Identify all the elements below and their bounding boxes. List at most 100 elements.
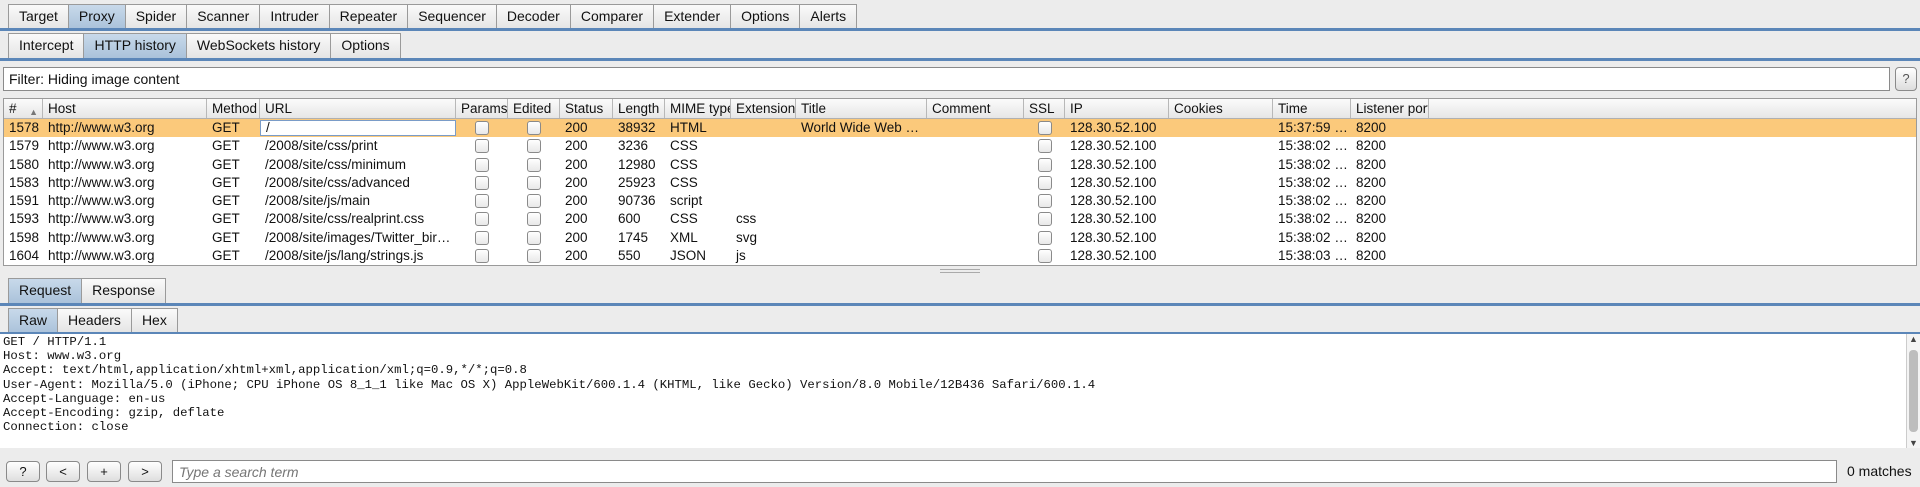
edited-checkbox[interactable] xyxy=(527,157,541,172)
main-tab-spider[interactable]: Spider xyxy=(124,4,188,29)
cell-length: 25923 xyxy=(618,174,656,190)
cell-method: GET xyxy=(212,247,240,263)
cell-cookies xyxy=(1169,156,1273,174)
scroll-up-arrow-icon[interactable]: ▲ xyxy=(1909,334,1918,344)
ssl-checkbox[interactable] xyxy=(1037,212,1052,227)
column-header-number[interactable]: # ▲ xyxy=(4,99,43,118)
column-header-status[interactable]: Status xyxy=(560,99,613,118)
raw-request-line: GET / HTTP/1.1 xyxy=(3,335,107,349)
column-header-method[interactable]: Method xyxy=(207,99,260,118)
scroll-down-arrow-icon[interactable]: ▼ xyxy=(1909,438,1918,448)
view-tab-hex[interactable]: Hex xyxy=(130,308,178,333)
params-checkbox[interactable] xyxy=(475,230,489,245)
column-header-mime-type[interactable]: MIME type xyxy=(665,99,731,118)
main-tab-decoder[interactable]: Decoder xyxy=(495,4,571,29)
ssl-checkbox[interactable] xyxy=(1037,175,1052,190)
main-tab-extender[interactable]: Extender xyxy=(653,4,732,29)
view-tab-headers[interactable]: Headers xyxy=(57,308,132,333)
ssl-checkbox[interactable] xyxy=(1037,121,1052,136)
raw-vertical-scrollbar[interactable]: ▲ ▼ xyxy=(1906,334,1920,448)
edited-checkbox[interactable] xyxy=(527,248,541,263)
column-header-time[interactable]: Time xyxy=(1273,99,1351,118)
proxy-tab-options[interactable]: Options xyxy=(330,33,401,58)
column-header-listener-port[interactable]: Listener port xyxy=(1351,99,1429,118)
proxy-tab-http-history[interactable]: HTTP history xyxy=(83,33,187,58)
search-previous-button[interactable]: < xyxy=(46,461,80,482)
column-header-ssl[interactable]: SSL xyxy=(1024,99,1065,118)
cell-title: World Wide Web Cons… xyxy=(801,120,927,135)
column-header-ip[interactable]: IP xyxy=(1065,99,1169,118)
filter-bar[interactable]: Filter: Hiding image content xyxy=(3,67,1890,91)
message-tab-request[interactable]: Request xyxy=(8,278,83,303)
cell-port: 8200 xyxy=(1356,193,1387,208)
table-row[interactable]: 1578 http://www.w3.org GET / 200 38932 HTML Wor… xyxy=(4,119,1916,138)
table-row[interactable]: 1604 http://www.w3.org GET/2008/site/js/la… xyxy=(4,247,1916,265)
table-row[interactable]: 1580 http://www.w3.org GET/2008/site/css/m… xyxy=(4,156,1916,174)
column-header-edited[interactable]: Edited xyxy=(508,99,560,118)
params-checkbox[interactable] xyxy=(475,175,489,190)
cell-num: 1593 xyxy=(9,211,40,227)
cell-comment xyxy=(927,247,1024,265)
main-tab-intruder[interactable]: Intruder xyxy=(259,4,330,29)
column-header-title[interactable]: Title xyxy=(796,99,927,118)
main-tab-repeater[interactable]: Repeater xyxy=(328,4,409,29)
message-tab-response[interactable]: Response xyxy=(81,278,167,303)
search-next-button[interactable]: > xyxy=(128,461,162,482)
raw-request-editor[interactable]: GET / HTTP/1.1 Host: www.w3.org Accept: te… xyxy=(0,334,1906,448)
main-tab-comparer[interactable]: Comparer xyxy=(569,4,655,29)
edited-checkbox[interactable] xyxy=(527,139,541,154)
filter-help-button[interactable]: ? xyxy=(1895,67,1917,91)
edited-checkbox[interactable] xyxy=(527,212,541,227)
column-header-url[interactable]: URL xyxy=(260,99,456,118)
ssl-checkbox[interactable] xyxy=(1037,157,1052,172)
main-tab-proxy[interactable]: Proxy xyxy=(67,4,126,29)
ssl-checkbox[interactable] xyxy=(1037,139,1052,154)
cell-port: 8200 xyxy=(1356,174,1387,190)
table-body: 1578 http://www.w3.org GET / 200 38932 HTML Wor… xyxy=(4,119,1916,265)
params-checkbox[interactable] xyxy=(475,194,489,209)
params-checkbox[interactable] xyxy=(475,121,489,136)
table-row[interactable]: 1583 http://www.w3.org GET/2008/site/css/a… xyxy=(4,174,1916,192)
column-header-comment[interactable]: Comment xyxy=(927,99,1024,118)
cell-ssl xyxy=(1024,137,1065,155)
split-pane-divider[interactable] xyxy=(940,269,980,273)
cell-status: 200 xyxy=(565,211,588,227)
edited-checkbox[interactable] xyxy=(527,175,541,190)
main-tab-options[interactable]: Options xyxy=(730,4,801,29)
search-add-button[interactable]: + xyxy=(87,461,121,482)
ssl-checkbox[interactable] xyxy=(1037,248,1052,263)
params-checkbox[interactable] xyxy=(475,139,489,154)
edited-checkbox[interactable] xyxy=(527,230,541,245)
cell-ext xyxy=(731,174,796,192)
column-header-params[interactable]: Params xyxy=(456,99,508,118)
ssl-checkbox[interactable] xyxy=(1037,194,1052,209)
table-row[interactable]: 1598 http://www.w3.org GET/2008/site/image… xyxy=(4,229,1916,247)
view-tab-raw[interactable]: Raw xyxy=(8,308,59,333)
table-row[interactable]: 1591 http://www.w3.org GET/2008/site/js/ma… xyxy=(4,192,1916,210)
table-row[interactable]: 1579 http://www.w3.org GET/2008/site/css/p… xyxy=(4,137,1916,155)
proxy-tab-websockets-history[interactable]: WebSockets history xyxy=(185,33,332,58)
column-header-host[interactable]: Host xyxy=(43,99,207,118)
main-tab-alerts[interactable]: Alerts xyxy=(799,4,858,29)
main-tab-scanner[interactable]: Scanner xyxy=(186,4,261,29)
proxy-tab-intercept[interactable]: Intercept xyxy=(8,33,85,58)
search-input[interactable] xyxy=(172,460,1837,483)
cell-mime: HTML xyxy=(670,120,707,135)
main-tab-sequencer[interactable]: Sequencer xyxy=(407,4,497,29)
cell-ssl xyxy=(1024,210,1065,228)
main-tab-target[interactable]: Target xyxy=(8,4,69,29)
search-help-button[interactable]: ? xyxy=(6,461,40,482)
scrollbar-thumb[interactable] xyxy=(1909,350,1918,432)
column-header-cookies[interactable]: Cookies xyxy=(1169,99,1273,118)
table-row[interactable]: 1593 http://www.w3.org GET/2008/site/css/r… xyxy=(4,210,1916,228)
edited-checkbox[interactable] xyxy=(527,194,541,209)
params-checkbox[interactable] xyxy=(475,212,489,227)
column-header-length[interactable]: Length xyxy=(613,99,665,118)
ssl-checkbox[interactable] xyxy=(1037,230,1052,245)
params-checkbox[interactable] xyxy=(475,248,489,263)
params-checkbox[interactable] xyxy=(475,157,489,172)
edited-checkbox[interactable] xyxy=(527,121,541,136)
column-header-extension[interactable]: Extension xyxy=(731,99,796,118)
cell-cookies xyxy=(1169,192,1273,210)
column-header-label: # xyxy=(9,101,17,116)
